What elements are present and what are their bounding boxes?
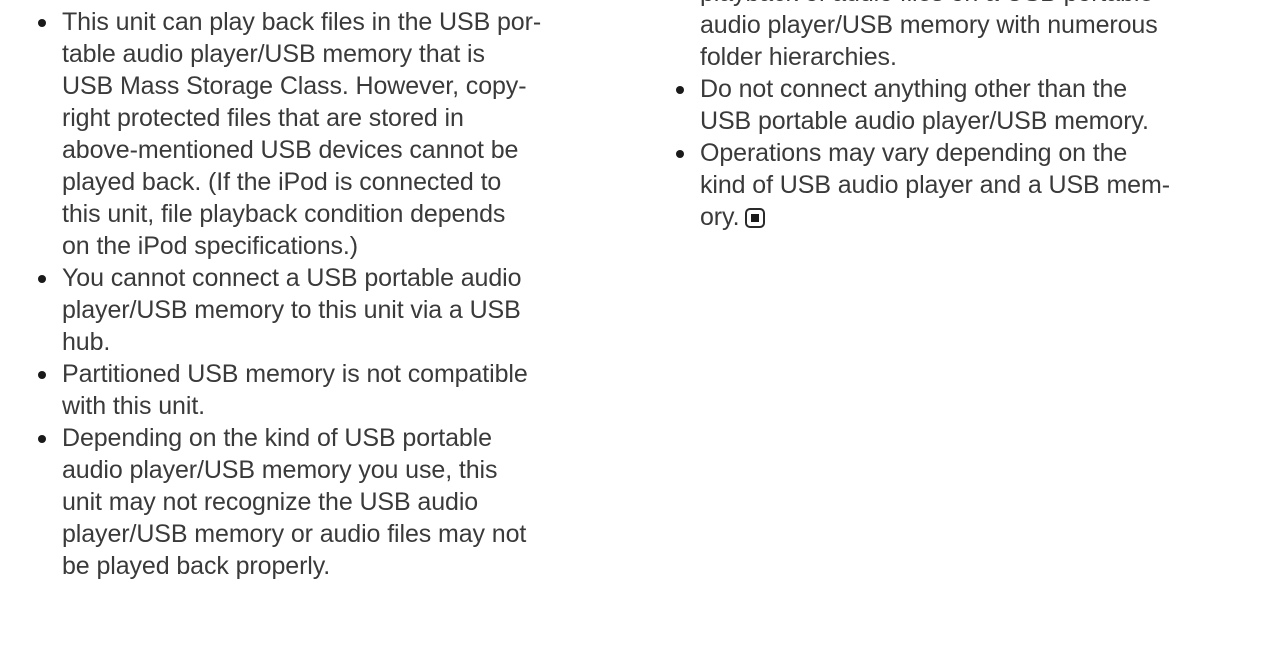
bullet-line: Do not connect anything other than the xyxy=(676,73,1256,105)
item-line: with this unit. xyxy=(38,390,638,422)
item-text: This unit can play back files in the USB… xyxy=(62,8,542,36)
item-text: player/USB memory to this unit via a USB xyxy=(62,296,521,324)
item-text: kind of USB audio player and a USB mem- xyxy=(700,171,1170,199)
item-line: kind of USB audio player and a USB mem- xyxy=(676,169,1256,201)
item-text: player/USB memory or audio files may not xyxy=(62,520,527,548)
item-text: table audio player/USB memory that is xyxy=(62,40,485,68)
continued-line: audio player/USB memory with numerous xyxy=(676,9,1256,41)
item-text: be played back properly. xyxy=(62,552,331,580)
item-text: audio player/USB memory you use, this xyxy=(62,456,498,484)
item-line: audio player/USB memory you use, this xyxy=(38,454,638,486)
bullet-line: This unit can play back files in the USB… xyxy=(38,6,638,38)
item-text: Partitioned USB memory is not compatible xyxy=(62,360,528,388)
item-line: hub. xyxy=(38,326,638,358)
item-line: be played back properly. xyxy=(38,550,638,582)
item-text: on the iPod specifications.) xyxy=(62,232,358,260)
continued-line: playback of audio files on a USB portabl… xyxy=(676,0,1256,9)
item-text: this unit, file playback condition depen… xyxy=(62,200,506,228)
item-text: USB Mass Storage Class. However, copy- xyxy=(62,72,527,100)
continued-line: folder hierarchies. xyxy=(676,41,1256,73)
item-text: playback of audio files on a USB portabl… xyxy=(700,0,1153,9)
bullet-icon xyxy=(676,150,684,158)
bullet-icon xyxy=(38,275,46,283)
manual-page: This unit can play back files in the USB… xyxy=(0,0,1273,669)
item-text: unit may not recognize the USB audio xyxy=(62,488,479,516)
left-column: This unit can play back files in the USB… xyxy=(38,6,638,582)
item-line: right protected files that are stored in xyxy=(38,102,638,134)
item-text: hub. xyxy=(62,328,111,356)
item-line: table audio player/USB memory that is xyxy=(38,38,638,70)
bullet-line: Depending on the kind of USB portable xyxy=(38,422,638,454)
item-text: played back. (If the iPod is connected t… xyxy=(62,168,502,196)
bullet-icon xyxy=(676,86,684,94)
bullet-icon xyxy=(38,371,46,379)
item-text: right protected files that are stored in xyxy=(62,104,464,132)
item-line: ory. xyxy=(676,201,1256,233)
bullet-line: Operations may vary depending on the xyxy=(676,137,1256,169)
item-text: folder hierarchies. xyxy=(700,43,897,71)
item-line: this unit, file playback condition depen… xyxy=(38,198,638,230)
item-text: You cannot connect a USB portable audio xyxy=(62,264,522,292)
right-column: playback of audio files on a USB portabl… xyxy=(676,0,1256,233)
item-line: on the iPod specifications.) xyxy=(38,230,638,262)
item-text: with this unit. xyxy=(62,392,206,420)
item-line: above-mentioned USB devices cannot be xyxy=(38,134,638,166)
item-text: USB portable audio player/USB memory. xyxy=(700,107,1149,135)
bullet-icon xyxy=(38,19,46,27)
item-line: player/USB memory to this unit via a USB xyxy=(38,294,638,326)
item-line: USB portable audio player/USB memory. xyxy=(676,105,1256,137)
item-text: ory. xyxy=(700,203,740,231)
item-line: player/USB memory or audio files may not xyxy=(38,518,638,550)
bullet-line: Partitioned USB memory is not compatible xyxy=(38,358,638,390)
bullet-line: You cannot connect a USB portable audio xyxy=(38,262,638,294)
end-of-section-square-icon xyxy=(745,208,766,228)
item-line: played back. (If the iPod is connected t… xyxy=(38,166,638,198)
item-text: Do not connect anything other than the xyxy=(700,75,1128,103)
bullet-icon xyxy=(38,435,46,443)
item-text: Depending on the kind of USB portable xyxy=(62,424,492,452)
item-line: unit may not recognize the USB audio xyxy=(38,486,638,518)
item-text: audio player/USB memory with numerous xyxy=(700,11,1158,39)
item-line: USB Mass Storage Class. However, copy- xyxy=(38,70,638,102)
item-text: above-mentioned USB devices cannot be xyxy=(62,136,519,164)
item-last-line: ory. xyxy=(700,201,766,233)
item-text: Operations may vary depending on the xyxy=(700,139,1128,167)
